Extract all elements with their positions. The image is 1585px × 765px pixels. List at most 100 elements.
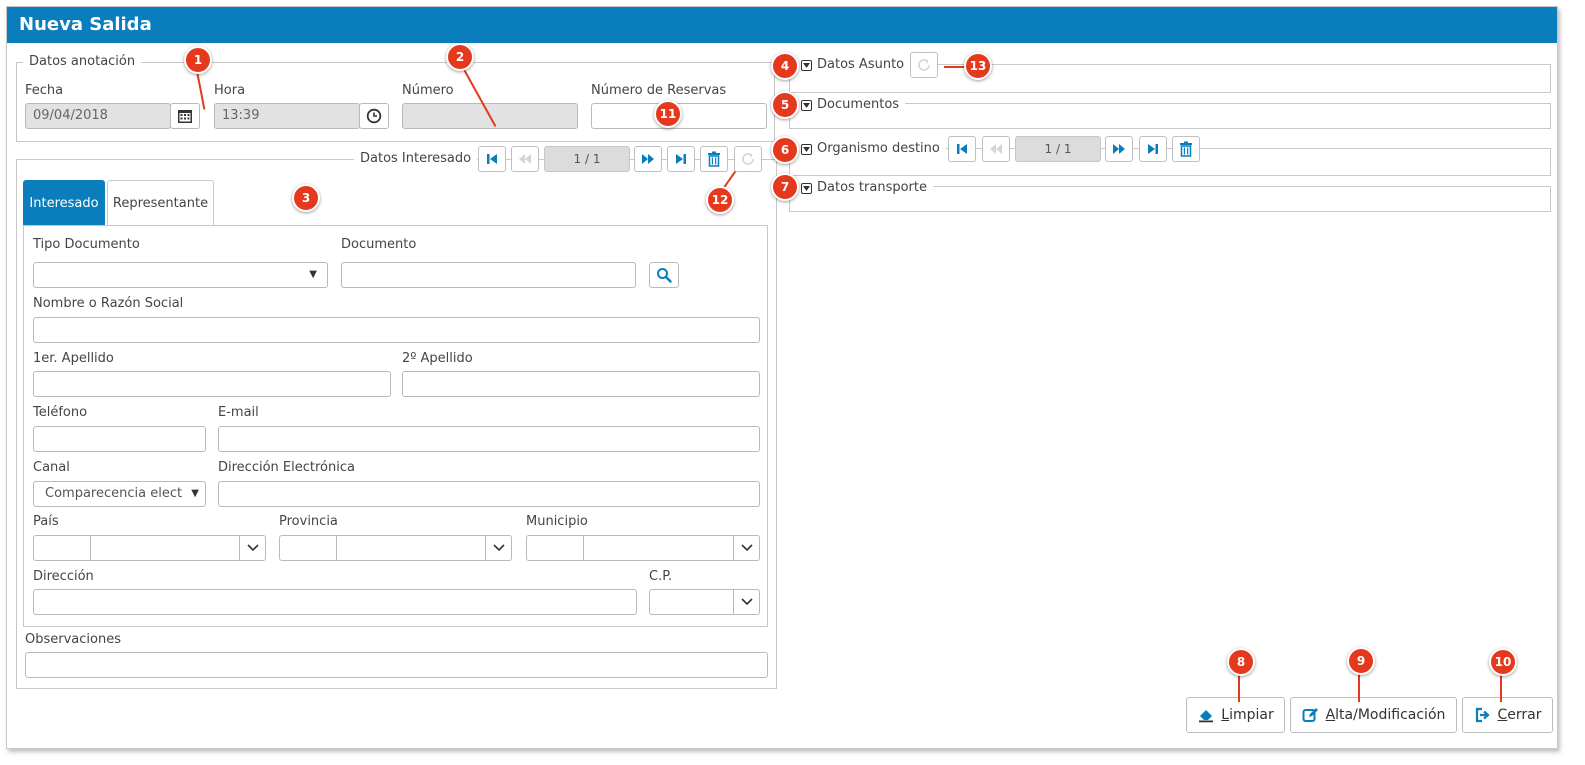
fast-forward-icon bbox=[1113, 144, 1125, 154]
provincia-dropdown-button[interactable] bbox=[485, 536, 511, 560]
municipio-dropdown-button[interactable] bbox=[733, 536, 759, 560]
clock-button[interactable] bbox=[359, 103, 389, 129]
callout-badge-11: 11 bbox=[654, 100, 682, 128]
telefono-field[interactable] bbox=[33, 426, 206, 452]
callout-badge-10: 10 bbox=[1489, 648, 1517, 676]
last-record-button[interactable] bbox=[667, 146, 695, 172]
direccion-electronica-field[interactable] bbox=[218, 481, 760, 507]
callout-badge-7: 7 bbox=[771, 173, 799, 201]
previous-record-button[interactable] bbox=[511, 146, 539, 172]
provincia-combo[interactable] bbox=[279, 535, 512, 561]
fast-forward-icon bbox=[642, 154, 654, 164]
provincia-label: Provincia bbox=[279, 514, 338, 529]
apellido2-label: 2º Apellido bbox=[402, 351, 473, 366]
callout-line-10 bbox=[1500, 674, 1502, 702]
first-icon bbox=[957, 144, 967, 154]
collapse-icon bbox=[801, 144, 812, 155]
callout-badge-5: 5 bbox=[771, 91, 799, 119]
callout-badge-4: 4 bbox=[771, 52, 799, 80]
refresh-asunto-button[interactable] bbox=[910, 52, 938, 78]
fecha-label: Fecha bbox=[25, 83, 64, 98]
last-icon bbox=[676, 154, 686, 164]
organismo-next-button[interactable] bbox=[1105, 136, 1133, 162]
numero-label: Número bbox=[402, 83, 454, 98]
eraser-icon bbox=[1199, 710, 1214, 723]
pais-dropdown-button[interactable] bbox=[239, 536, 265, 560]
chevron-down-icon bbox=[492, 544, 505, 552]
datos-transporte-label: Datos transporte bbox=[817, 180, 927, 195]
clock-icon bbox=[366, 108, 382, 124]
callout-badge-8: 8 bbox=[1227, 648, 1255, 676]
email-label: E-mail bbox=[218, 405, 259, 420]
documento-field[interactable] bbox=[341, 262, 636, 288]
limpiar-label: Limpiar bbox=[1221, 707, 1274, 723]
search-icon bbox=[657, 268, 672, 283]
cp-dropdown-button[interactable] bbox=[733, 590, 759, 614]
pais-label: País bbox=[33, 514, 59, 529]
cerrar-button[interactable]: Cerrar bbox=[1462, 697, 1553, 733]
apellido2-field[interactable] bbox=[402, 371, 760, 397]
observaciones-field[interactable] bbox=[25, 652, 768, 678]
cerrar-label: Cerrar bbox=[1497, 707, 1542, 723]
collapse-icon bbox=[801, 60, 812, 71]
tipo-documento-select[interactable]: ▼ bbox=[33, 262, 328, 288]
alta-modificacion-button[interactable]: Alta/Modificación bbox=[1290, 697, 1457, 733]
fecha-field[interactable]: 09/04/2018 bbox=[25, 103, 171, 129]
limpiar-button[interactable]: Limpiar bbox=[1186, 697, 1285, 733]
alta-modificacion-label: Alta/Modificación bbox=[1325, 707, 1446, 723]
hora-label: Hora bbox=[214, 83, 246, 98]
canal-value: Comparecencia elect bbox=[45, 486, 183, 501]
organismo-pager: 1 / 1 bbox=[1015, 136, 1101, 162]
hora-field[interactable]: 13:39 bbox=[214, 103, 360, 129]
chevron-down-icon bbox=[740, 598, 753, 606]
calendar-button[interactable] bbox=[170, 103, 200, 129]
organismo-destino-label: Organismo destino bbox=[817, 141, 940, 156]
pais-combo[interactable] bbox=[33, 535, 266, 561]
delete-record-button[interactable] bbox=[700, 146, 728, 172]
datos-anotacion-legend: Datos anotación bbox=[23, 54, 142, 69]
dropdown-arrow-icon: ▼ bbox=[191, 488, 199, 499]
first-record-button[interactable] bbox=[478, 146, 506, 172]
tab-representante[interactable]: Representante bbox=[107, 180, 214, 226]
next-record-button[interactable] bbox=[634, 146, 662, 172]
cp-label: C.P. bbox=[649, 569, 673, 584]
organismo-last-button[interactable] bbox=[1139, 136, 1167, 162]
documento-label: Documento bbox=[341, 237, 417, 252]
datos-asunto-header[interactable]: Datos Asunto bbox=[797, 57, 911, 72]
first-icon bbox=[487, 154, 497, 164]
documentos-label: Documentos bbox=[817, 97, 900, 112]
organismo-delete-button[interactable] bbox=[1172, 136, 1200, 162]
refresh-icon bbox=[742, 153, 754, 165]
canal-select[interactable]: Comparecencia elect ▼ bbox=[33, 481, 206, 507]
callout-badge-3: 3 bbox=[292, 184, 320, 212]
nombre-field[interactable] bbox=[33, 317, 760, 343]
rewind-icon bbox=[519, 154, 531, 164]
search-documento-button[interactable] bbox=[649, 262, 679, 288]
callout-line-9 bbox=[1358, 674, 1360, 702]
documentos-header[interactable]: Documentos bbox=[797, 97, 906, 112]
cp-combo[interactable] bbox=[649, 589, 760, 615]
reservas-label: Número de Reservas bbox=[591, 83, 727, 98]
organismo-destino-header[interactable]: Organismo destino bbox=[797, 141, 946, 156]
municipio-label: Municipio bbox=[526, 514, 588, 529]
canal-label: Canal bbox=[33, 460, 70, 475]
email-field[interactable] bbox=[218, 426, 760, 452]
tab-interesado[interactable]: Interesado bbox=[23, 180, 105, 226]
refresh-icon bbox=[918, 59, 930, 71]
chevron-down-icon bbox=[740, 544, 753, 552]
interesado-pager: 1 / 1 bbox=[544, 146, 630, 172]
window-title: Nueva Salida bbox=[7, 7, 1557, 43]
organismo-previous-button[interactable] bbox=[982, 136, 1010, 162]
apellido1-field[interactable] bbox=[33, 371, 391, 397]
direccion-field[interactable] bbox=[33, 589, 637, 615]
refresh-interesado-button[interactable] bbox=[734, 146, 762, 172]
tipo-documento-label: Tipo Documento bbox=[33, 237, 140, 252]
datos-transporte-header[interactable]: Datos transporte bbox=[797, 180, 933, 195]
telefono-label: Teléfono bbox=[33, 405, 88, 420]
trash-icon bbox=[1180, 141, 1192, 157]
municipio-combo[interactable] bbox=[526, 535, 760, 561]
organismo-first-button[interactable] bbox=[948, 136, 976, 162]
direccion-label: Dirección bbox=[33, 569, 94, 584]
datos-interesado-legend: Datos Interesado bbox=[354, 151, 478, 166]
callout-badge-1: 1 bbox=[184, 46, 212, 74]
